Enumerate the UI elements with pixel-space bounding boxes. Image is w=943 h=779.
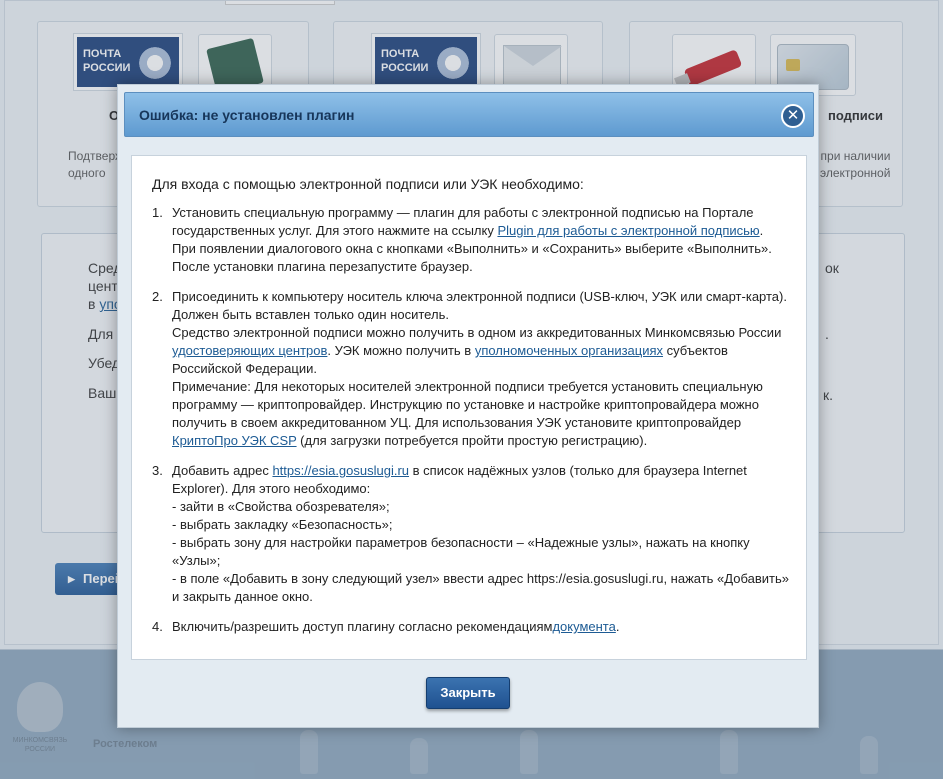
dialog-body: Для входа с помощью электронной подписи …: [131, 155, 807, 660]
step-3: 3. Добавить адрес https://esia.gosuslugi…: [152, 462, 792, 606]
sub-item: - зайти в «Свойства обозревателя»;: [172, 499, 390, 514]
steps-list: 1. Установить специальную программу — пл…: [152, 204, 792, 648]
dialog-title: Ошибка: не установлен плагин: [139, 107, 355, 123]
document-link[interactable]: документа: [552, 619, 615, 634]
step-2: 2. Присоединить к компьютеру носитель кл…: [152, 289, 787, 448]
close-icon[interactable]: ✕: [781, 104, 805, 128]
error-dialog: Ошибка: не установлен плагин ✕ Для входа…: [117, 84, 819, 728]
sub-item: - в поле «Добавить в зону следующий узел…: [172, 571, 789, 604]
sub-item: - выбрать закладку «Безопасность»;: [172, 517, 393, 532]
esia-address-link[interactable]: https://esia.gosuslugi.ru: [272, 463, 409, 478]
step-1: 1. Установить специальную программу — пл…: [152, 205, 772, 274]
intro-text: Для входа с помощью электронной подписи …: [152, 176, 584, 192]
close-button[interactable]: Закрыть: [426, 677, 510, 709]
plugin-download-link[interactable]: Plugin для работы с электронной подписью: [497, 223, 759, 238]
sub-item: - выбрать зону для настройки параметров …: [172, 535, 750, 568]
certification-centers-link[interactable]: удостоверяющих центров: [172, 343, 327, 358]
authorized-organizations-link[interactable]: уполномоченных организациях: [475, 343, 663, 358]
dialog-header: Ошибка: не установлен плагин ✕: [124, 92, 814, 137]
step-4: 4. Включить/разрешить доступ плагину сог…: [152, 619, 620, 634]
cryptopro-link[interactable]: КриптоПро УЭК CSP: [172, 433, 297, 448]
